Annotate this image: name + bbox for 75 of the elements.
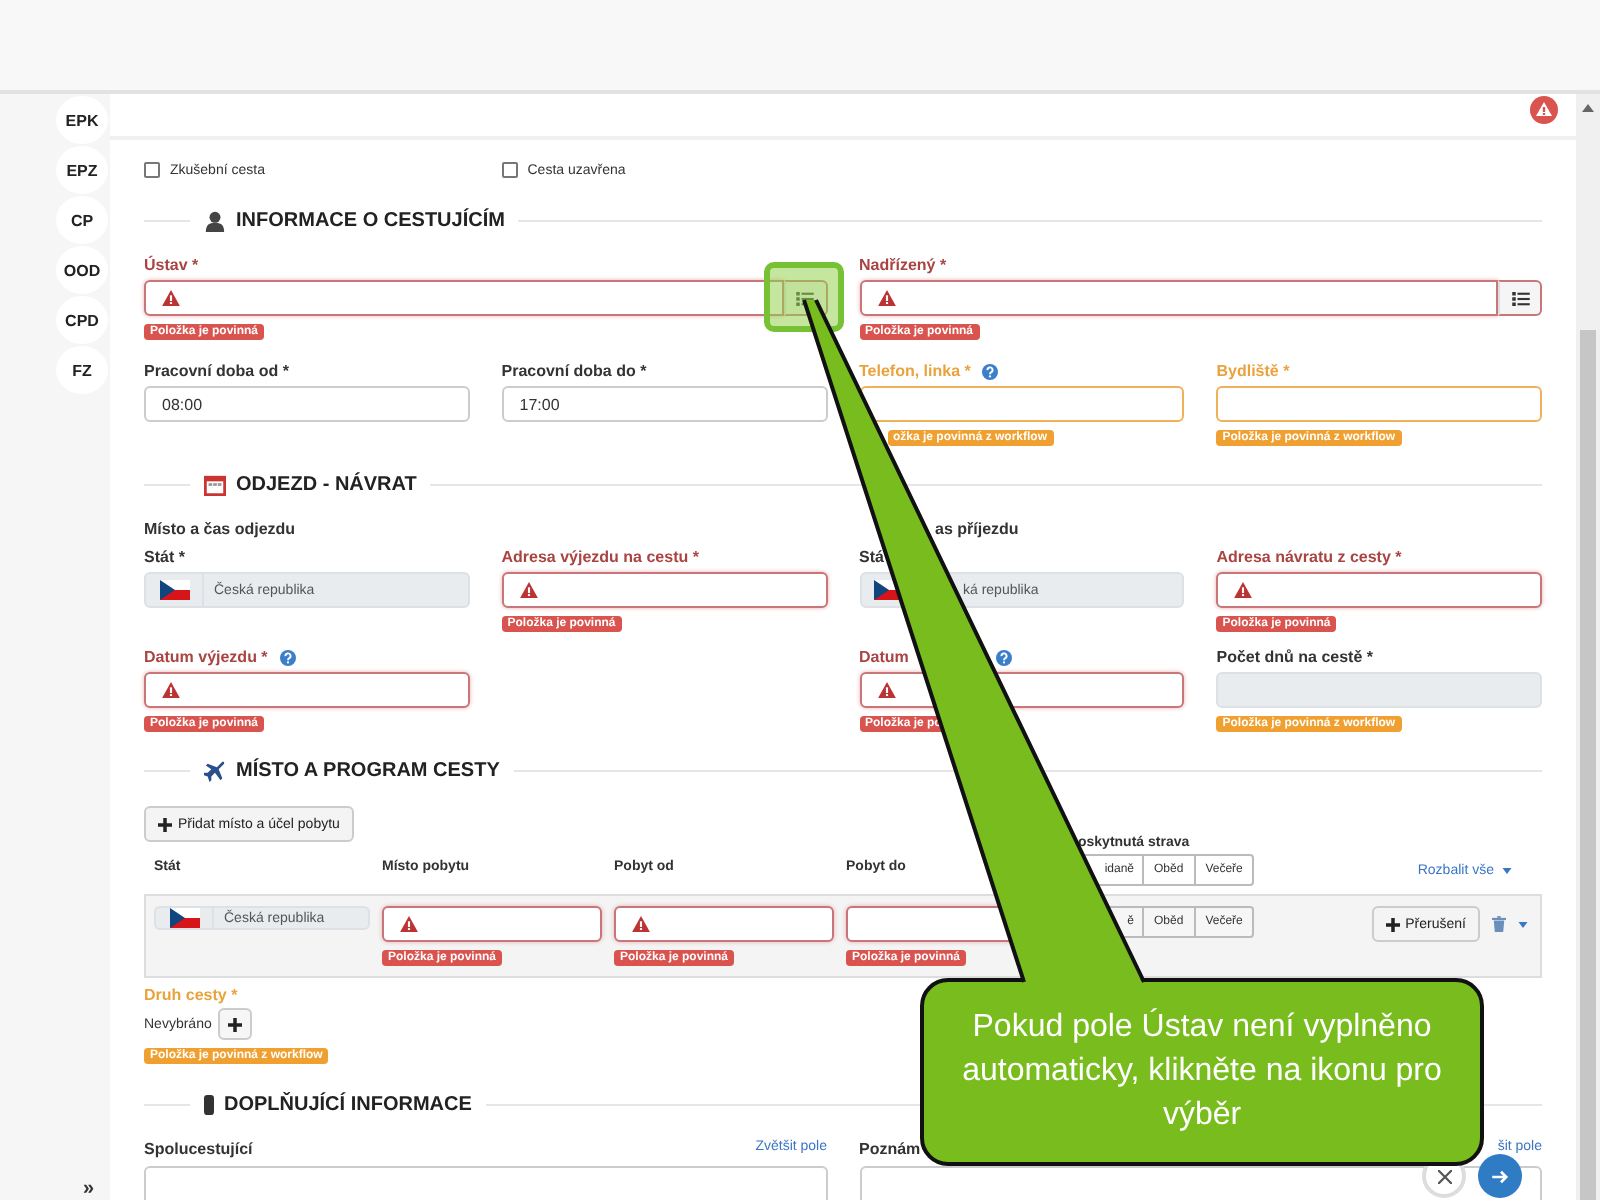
field-label: Ústav * [144, 256, 199, 276]
help-icon[interactable] [982, 364, 999, 380]
flag-icon [169, 908, 199, 928]
input-field[interactable] [859, 280, 1498, 316]
caret-icon [1502, 868, 1512, 874]
field-label: Nadřízený * [859, 256, 947, 276]
plus-icon [227, 1017, 242, 1031]
sidebar-item[interactable]: CPD [56, 296, 108, 344]
alert-icon[interactable] [1530, 96, 1558, 124]
field-label: Adresa výjezdu na cestu * [501, 548, 699, 568]
callout-text: Pokud pole Ústav není vyplněno automaticky, klikněte na ikonu pro výběr [960, 1006, 1444, 1136]
section-title: INFORMACE O CESTUJÍCÍM [236, 209, 505, 231]
warning-icon [877, 290, 895, 306]
field-label: Stát * [144, 548, 185, 568]
field-label: Druh cesty * [144, 986, 238, 1006]
input-field[interactable] [144, 672, 470, 708]
warning-icon [632, 916, 650, 932]
checkbox[interactable] [144, 162, 160, 178]
warning-icon [162, 682, 180, 698]
input-field[interactable] [144, 280, 783, 316]
field-label: Datum výjezdu * [144, 648, 268, 668]
field-label: Poznám [859, 1140, 921, 1160]
field-label: Datum [859, 648, 909, 668]
arrow-icon [1491, 1169, 1509, 1183]
help-icon[interactable] [996, 650, 1013, 666]
flag-icon [159, 580, 189, 600]
input-field[interactable] [1216, 386, 1542, 422]
section-title: ODJEZD - NÁVRAT [236, 473, 417, 495]
sidebar-item[interactable]: EPZ [56, 146, 108, 194]
trash-icon[interactable] [1492, 916, 1506, 932]
sidebar-item[interactable]: EPK [56, 96, 108, 144]
input-field[interactable]: 08:00 [144, 386, 470, 422]
help-icon[interactable] [279, 650, 296, 666]
calendar-icon [204, 473, 226, 495]
checkbox[interactable] [501, 162, 518, 178]
field-label: Pracovní doba od * [144, 362, 289, 382]
list-icon [1511, 291, 1529, 305]
caret-icon[interactable] [1518, 921, 1528, 927]
section-title: MÍSTO A PROGRAM CESTY [236, 759, 500, 781]
field-label: Počet dnů na cestě * [1216, 648, 1373, 668]
input-field[interactable] [382, 906, 602, 942]
warning-icon [877, 682, 895, 698]
field-label: Spolucestující [144, 1140, 253, 1160]
field-label: Bydliště * [1216, 362, 1290, 382]
phone-icon [204, 1093, 214, 1115]
plus-icon [1385, 917, 1400, 931]
sidebar-item[interactable]: FZ [56, 346, 108, 394]
group-heading: Místo a čas odjezdu [144, 520, 296, 540]
input-field[interactable] [501, 572, 827, 608]
sidebar-item[interactable]: OOD [56, 246, 108, 294]
input-field[interactable] [614, 906, 834, 942]
add-button[interactable] [217, 1008, 252, 1040]
section-title: DOPLŇUJÍCÍ INFORMACE [224, 1093, 472, 1115]
field-label: Pracovní doba do * [501, 362, 647, 382]
scrollbar[interactable] [1576, 94, 1600, 1200]
list-button[interactable] [1498, 280, 1542, 316]
plus-icon [158, 817, 172, 831]
up-arrow-icon[interactable] [1582, 104, 1594, 112]
input-field[interactable]: 17:00 [501, 386, 827, 422]
warning-icon [400, 916, 418, 932]
input-field[interactable] [1216, 572, 1542, 608]
person-icon [204, 209, 226, 231]
warning-icon [162, 290, 180, 306]
close-icon [1437, 1169, 1451, 1183]
input-field[interactable] [859, 386, 1185, 422]
field-label: Telefon, linka * [859, 362, 971, 382]
plane-icon [204, 759, 226, 781]
warning-icon [519, 582, 538, 598]
collapse-toggle[interactable]: » [82, 1180, 94, 1200]
warning-icon [1234, 582, 1253, 598]
field-label: Adresa návratu z cesty * [1216, 548, 1402, 568]
next-button[interactable] [1478, 1154, 1522, 1198]
group-heading: as příjezdu [935, 520, 1019, 540]
sidebar-item[interactable]: CP [56, 196, 108, 244]
field-label: Stá [859, 548, 884, 568]
